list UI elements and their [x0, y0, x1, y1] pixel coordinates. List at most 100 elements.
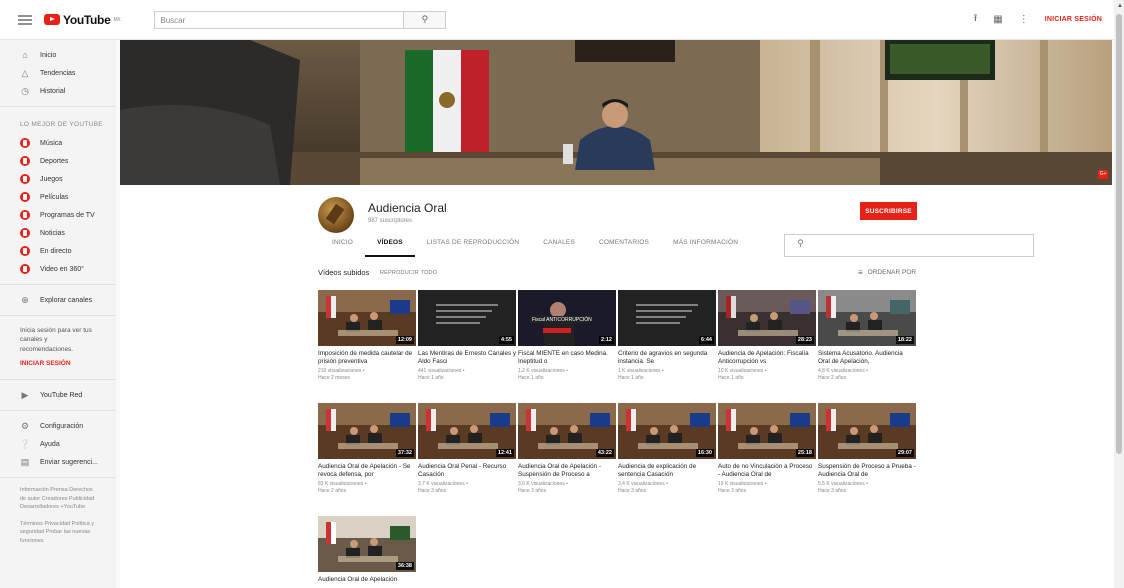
video-thumbnail[interactable]: 6:44: [618, 290, 716, 346]
video-thumbnail[interactable]: 29:07: [818, 403, 916, 459]
video-meta: 83 K visualizaciones • Hace 2 años: [318, 481, 416, 495]
sidebar-item-inicio[interactable]: ⌂ Inicio: [0, 46, 116, 64]
uploads-title: Vídeos subidos: [318, 268, 370, 277]
video-thumbnail[interactable]: 43:22: [518, 403, 616, 459]
video-thumbnail[interactable]: 25:18: [718, 403, 816, 459]
sidebar-item-programas-tv[interactable]: Programas de TV: [0, 206, 116, 224]
video-age: Hace 2 años: [818, 375, 847, 381]
video-title[interactable]: Suspensión de Proceso a Prueba - Audienc…: [818, 463, 916, 479]
upload-icon[interactable]: ⭱: [974, 11, 978, 28]
sidebar-signin-link[interactable]: INICIAR SESIÓN: [0, 358, 116, 373]
tab-canales[interactable]: CANALES: [531, 234, 587, 257]
video-views: 3,7 K visualizaciones •: [418, 481, 468, 487]
sidebar-item-peliculas[interactable]: Películas: [0, 188, 116, 206]
search-input[interactable]: Buscar: [154, 10, 405, 29]
guide-sidebar: ⌂ Inicio △ Tendencias ◷ Historial LO MEJOR …: [0, 40, 116, 588]
video-title[interactable]: Criterio de agravios en segunda instanci…: [618, 350, 716, 366]
sidebar-item-ayuda[interactable]: ❔ Ayuda: [0, 435, 116, 453]
video-duration: 37:32: [395, 449, 414, 457]
video-card[interactable]: 4:55 Las Mentiras de Ernesto Canales y Al…: [418, 290, 516, 382]
video-thumbnail[interactable]: 12:09: [318, 290, 416, 346]
video-thumbnail[interactable]: 37:32: [318, 403, 416, 459]
tab-mas-informacion[interactable]: MÁS INFORMACIÓN: [661, 234, 750, 257]
video-card[interactable]: 25:18 Auto de no Vinculación a Proceso - …: [718, 403, 816, 495]
video-duration: 6:44: [698, 336, 714, 344]
subscribe-button[interactable]: SUSCRIBIRSE: [860, 202, 917, 220]
sidebar-item-youtube-red[interactable]: ▶ YouTube Red: [0, 386, 116, 404]
sidebar-item-historial[interactable]: ◷ Historial: [0, 82, 116, 100]
signin-hint: Inicia sesión para ver tus canales y rec…: [20, 327, 92, 353]
video-card[interactable]: 18:22 Sistema Acusatorio. Audiencia Oral …: [818, 290, 916, 382]
sidebar-item-configuracion[interactable]: ⚙ Configuración: [0, 417, 116, 435]
video-card[interactable]: 28:23 Audiencia de Apelación: Fiscalía An…: [718, 290, 816, 382]
video-thumbnail[interactable]: Fiscal ANTICORRUPCIÓN 2:12: [518, 290, 616, 346]
sidebar-item-juegos[interactable]: Juegos: [0, 170, 116, 188]
menu-icon[interactable]: [18, 14, 32, 25]
video-age: Hace 3 años: [518, 488, 547, 494]
sidebar-item-explorar[interactable]: ⊕ Explorar canales: [0, 291, 116, 309]
more-vert-icon[interactable]: ⋮: [1019, 14, 1029, 25]
video-views: 210 visualizaciones •: [318, 368, 365, 374]
video-title[interactable]: Audiencia Oral de Apelación - Se revoca …: [318, 463, 416, 479]
video-thumbnail[interactable]: 18:22: [818, 290, 916, 346]
sidebar-item-video-360[interactable]: Video en 360°: [0, 260, 116, 278]
video-thumbnail[interactable]: 36:38: [318, 516, 416, 572]
video-card[interactable]: 36:38 Audiencia Oral de Apelación: [318, 516, 416, 588]
video-title[interactable]: Audiencia de explicación de sentencia Ca…: [618, 463, 716, 479]
video-thumbnail[interactable]: 4:55: [418, 290, 516, 346]
sidebar-item-deportes[interactable]: Deportes: [0, 152, 116, 170]
page-scrollbar[interactable]: ▲: [1114, 0, 1124, 588]
sidebar-item-tendencias[interactable]: △ Tendencias: [0, 64, 116, 82]
footer-links-1[interactable]: Información Prensa Derechos de autor Cre…: [0, 484, 116, 514]
video-title[interactable]: Audiencia Oral Penal - Recurso Casación: [418, 463, 516, 479]
banner-links-icon[interactable]: G+: [1098, 170, 1108, 179]
sidebar-item-noticias[interactable]: Noticias: [0, 224, 116, 242]
scrollbar-thumb[interactable]: [1116, 14, 1122, 454]
sort-menu[interactable]: ≡ ORDENAR POR: [858, 268, 916, 277]
tab-videos[interactable]: VÍDEOS: [365, 234, 415, 257]
divider: [0, 477, 116, 479]
sidebar-item-en-directo[interactable]: En directo: [0, 242, 116, 260]
tab-listas[interactable]: LISTAS DE REPRODUCCIÓN: [415, 234, 531, 257]
play-all-link[interactable]: REPRODUCIR TODO: [380, 270, 437, 276]
channel-search-icon[interactable]: ⚲: [784, 234, 1035, 257]
video-title[interactable]: Imposición de medida cautelar de prisión…: [318, 350, 416, 366]
video-card[interactable]: 12:09 Imposición de medida cautelar de pr…: [318, 290, 416, 382]
video-card[interactable]: 12:41 Audiencia Oral Penal - Recurso Casa…: [418, 403, 516, 495]
video-meta: 4,8 K visualizaciones • Hace 2 años: [818, 368, 916, 382]
video-thumbnail[interactable]: 16:30: [618, 403, 716, 459]
video-title[interactable]: Auto de no Vinculación a Proceso - Audie…: [718, 463, 816, 479]
search-button[interactable]: ⚲: [404, 10, 447, 29]
sidebar-item-sugerencias[interactable]: ▤ Enviar sugerenci...: [0, 453, 116, 471]
channel-name[interactable]: Audiencia Oral: [368, 201, 447, 215]
help-icon: ❔: [19, 438, 31, 449]
video-duration: 25:18: [795, 449, 814, 457]
video-duration: 12:41: [495, 449, 514, 457]
video-title[interactable]: Sistema Acusatorio. Audiencia Oral de Ap…: [818, 350, 916, 366]
video-card[interactable]: 29:07 Suspensión de Proceso a Prueba - Au…: [818, 403, 916, 495]
signin-button[interactable]: INICIAR SESIÓN: [1045, 16, 1102, 23]
scroll-up-icon[interactable]: ▲: [1117, 3, 1123, 9]
video-title[interactable]: Fiscal MIENTE en caso Medina. Ineptitud …: [518, 350, 616, 366]
video-card[interactable]: Fiscal ANTICORRUPCIÓN 2:12 Fiscal MIENTE e…: [518, 290, 616, 382]
video-card[interactable]: 16:30 Audiencia de explicación de sentenc…: [618, 403, 716, 495]
video-card[interactable]: 43:22 Audiencia Oral de Apelación - Suspe…: [518, 403, 616, 495]
apps-grid-icon[interactable]: ▦: [993, 14, 1002, 25]
video-title[interactable]: Audiencia Oral de Apelación - Suspensión…: [518, 463, 616, 479]
search-icon: ⚲: [421, 14, 429, 24]
tab-inicio[interactable]: INICIO: [320, 234, 365, 257]
video-title[interactable]: Audiencia Oral de Apelación: [318, 576, 416, 588]
youtube-logo[interactable]: YouTube MX: [44, 13, 121, 27]
video-thumbnail[interactable]: 12:41: [418, 403, 516, 459]
video-card[interactable]: 37:32 Audiencia Oral de Apelación - Se re…: [318, 403, 416, 495]
video-thumbnail[interactable]: 28:23: [718, 290, 816, 346]
footer-links-2[interactable]: Términos Privacidad Política y seguridad…: [0, 518, 116, 548]
video-title[interactable]: Las Mentiras de Ernesto Canales y Aldo F…: [418, 350, 516, 366]
sidebar-item-musica[interactable]: Música: [0, 134, 116, 152]
video-card[interactable]: 6:44 Criterio de agravios en segunda inst…: [618, 290, 716, 382]
video-title[interactable]: Audiencia de Apelación: Fiscalía Anticor…: [718, 350, 816, 366]
tab-comentarios[interactable]: COMENTARIOS: [587, 234, 661, 257]
masthead: YouTube MX Buscar ⚲ ⭱ ▦ ⋮ INICIAR SESIÓN: [0, 0, 1114, 40]
channel-avatar[interactable]: [318, 197, 354, 233]
music-icon: [20, 138, 30, 148]
